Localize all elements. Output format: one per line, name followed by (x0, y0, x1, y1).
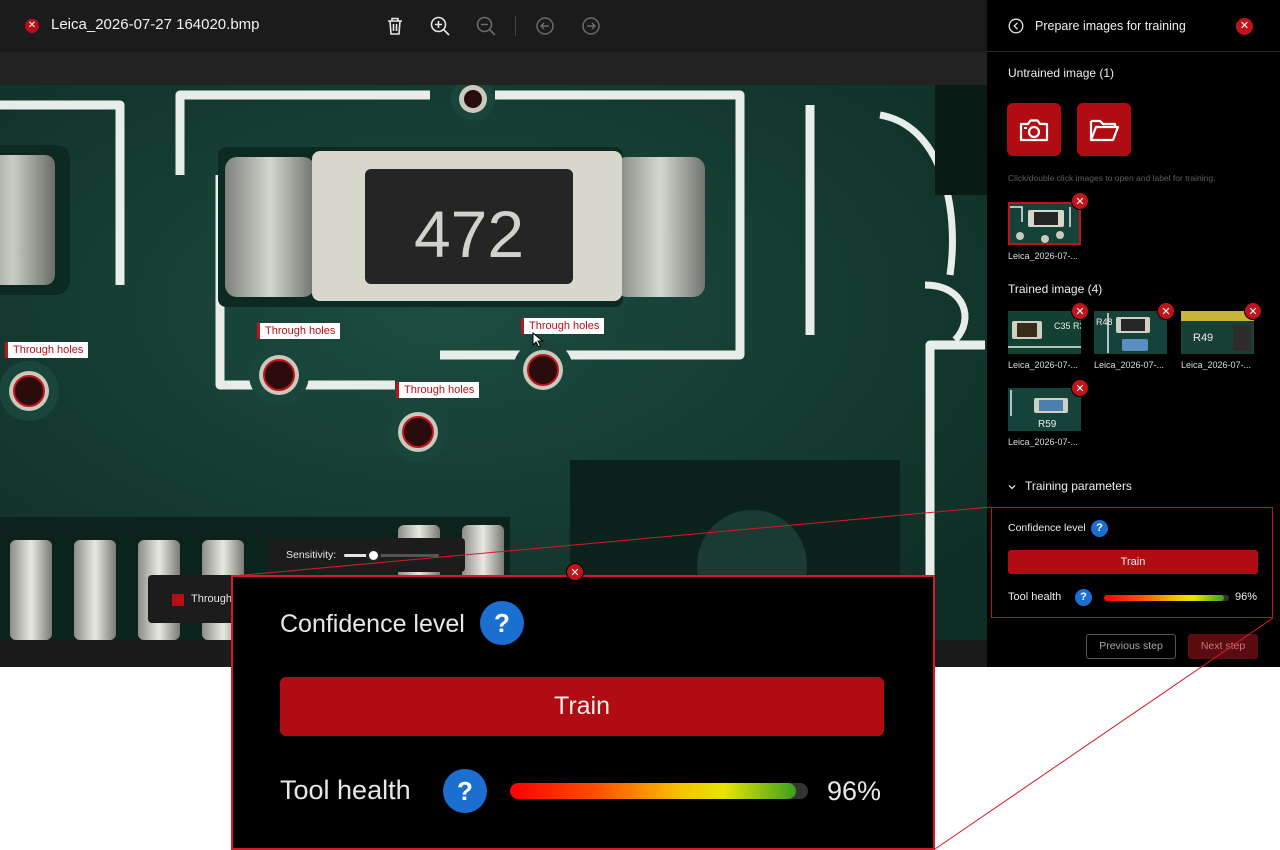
next-step-button[interactable]: Next step (1188, 634, 1258, 659)
zoom-callout: Confidence level ? Train Tool health ? 9… (231, 575, 935, 850)
sensitivity-knob[interactable] (365, 548, 381, 563)
sensitivity-label: Sensitivity: (286, 549, 337, 561)
chevron-down-icon[interactable] (1007, 482, 1017, 492)
help-icon[interactable]: ? (1091, 520, 1108, 537)
training-parameters-toggle[interactable]: Training parameters (1025, 479, 1132, 493)
thumbnail-image: R48 (1094, 311, 1167, 354)
thumbnail-caption: Leica_2026-07-... (1008, 360, 1079, 370)
trained-thumbnail[interactable]: C35 R35 (1008, 311, 1081, 354)
class-legend-label: Through (191, 593, 232, 605)
remove-thumbnail-icon[interactable]: ✕ (1244, 302, 1262, 320)
zoom-tool-health-label: Tool health (280, 775, 411, 805)
thumbnail-image (1010, 204, 1079, 243)
sensitivity-slider[interactable] (344, 548, 439, 563)
image-viewer[interactable]: 472 Through holes Through holes Through … (0, 85, 987, 640)
zoom-tool-health-bar (510, 783, 808, 799)
thumbnail-marking: R59 (1038, 419, 1057, 430)
zoom-confidence-label: Confidence level (280, 610, 465, 638)
annotation-label[interactable]: Through holes (396, 382, 480, 398)
panel-title: Prepare images for training (1035, 19, 1186, 33)
confidence-label: Confidence level (1008, 522, 1086, 534)
top-toolbar: ✕ Leica_2026-07-27 164020.bmp (0, 0, 987, 52)
thumbnail-hint: Click/double click images to open and la… (1008, 173, 1216, 183)
tool-health-fill (1104, 595, 1224, 601)
folder-icon (1089, 119, 1120, 142)
file-title: Leica_2026-07-27 164020.bmp (51, 16, 260, 33)
trained-thumbnail[interactable]: R59 (1008, 388, 1081, 431)
trash-icon[interactable] (383, 14, 407, 38)
thumbnail-image: R49 (1181, 311, 1254, 354)
untrained-thumbnail[interactable] (1008, 202, 1081, 245)
trained-thumbnail[interactable]: R49 (1181, 311, 1254, 354)
zoom-tool-health-fill (510, 783, 797, 799)
thumbnail-image: C35 R35 (1008, 311, 1081, 354)
thumbnail-caption: Leica_2026-07-... (1094, 360, 1165, 370)
remove-thumbnail-icon[interactable]: ✕ (1071, 302, 1089, 320)
tool-health-bar (1104, 595, 1229, 601)
mouse-cursor-icon (532, 332, 544, 348)
training-panel: Prepare images for training ✕ Untrained … (987, 0, 1280, 667)
zoom-in-icon[interactable] (428, 14, 452, 38)
class-color-swatch (172, 594, 184, 606)
remove-thumbnail-icon[interactable]: ✕ (1157, 302, 1175, 320)
zoom-train-button: Train (280, 677, 884, 736)
sub-toolbar (0, 52, 987, 85)
help-icon: ? (480, 601, 524, 645)
help-icon: ? (443, 769, 487, 813)
annotation-label[interactable]: Through holes (5, 342, 89, 358)
back-icon[interactable] (1008, 18, 1024, 34)
close-file-icon[interactable]: ✕ (25, 19, 39, 33)
zoom-out-icon[interactable] (474, 14, 498, 38)
zoom-tool-health-value: 96% (827, 776, 882, 806)
untrained-section-title: Untrained image (1) (1008, 66, 1115, 80)
help-icon[interactable]: ? (1075, 589, 1092, 606)
open-folder-button[interactable] (1077, 103, 1131, 156)
tool-health-label: Tool health (1008, 591, 1062, 603)
thumbnail-marking: R48 (1096, 317, 1113, 327)
app-window: ✕ Leica_2026-07-27 164020.bmp 472 Throug… (0, 0, 1280, 667)
camera-icon (1019, 119, 1049, 142)
thumbnail-caption: Leica_2026-07-... (1181, 360, 1252, 370)
remove-thumbnail-icon[interactable]: ✕ (1071, 379, 1089, 397)
train-button[interactable]: Train (1008, 550, 1258, 574)
arrow-left-icon[interactable] (533, 14, 557, 38)
thumbnail-caption: Leica_2026-07-... (1008, 251, 1079, 261)
previous-step-button[interactable]: Previous step (1086, 634, 1176, 659)
annotation-label[interactable]: Through holes (257, 323, 341, 339)
capture-image-button[interactable] (1007, 103, 1061, 156)
sensitivity-control: Sensitivity: (268, 538, 465, 572)
panel-header: Prepare images for training ✕ (987, 0, 1280, 52)
remove-thumbnail-icon[interactable]: ✕ (1071, 192, 1089, 210)
thumbnail-marking: C35 R35 (1054, 321, 1081, 331)
component-marking: 472 (414, 197, 524, 271)
close-panel-icon[interactable]: ✕ (1236, 18, 1253, 35)
tool-health-value: 96% (1235, 591, 1258, 603)
thumbnail-image: R59 (1008, 388, 1081, 431)
trained-thumbnail[interactable]: R48 (1094, 311, 1167, 354)
toolbar-separator (515, 16, 516, 36)
arrow-right-icon[interactable] (579, 14, 603, 38)
close-icon[interactable]: ✕ (566, 563, 584, 581)
thumbnail-caption: Leica_2026-07-... (1008, 437, 1079, 447)
pcb-image: 472 (0, 85, 987, 640)
trained-section-title: Trained image (4) (1008, 282, 1103, 296)
thumbnail-marking: R49 (1193, 332, 1213, 344)
